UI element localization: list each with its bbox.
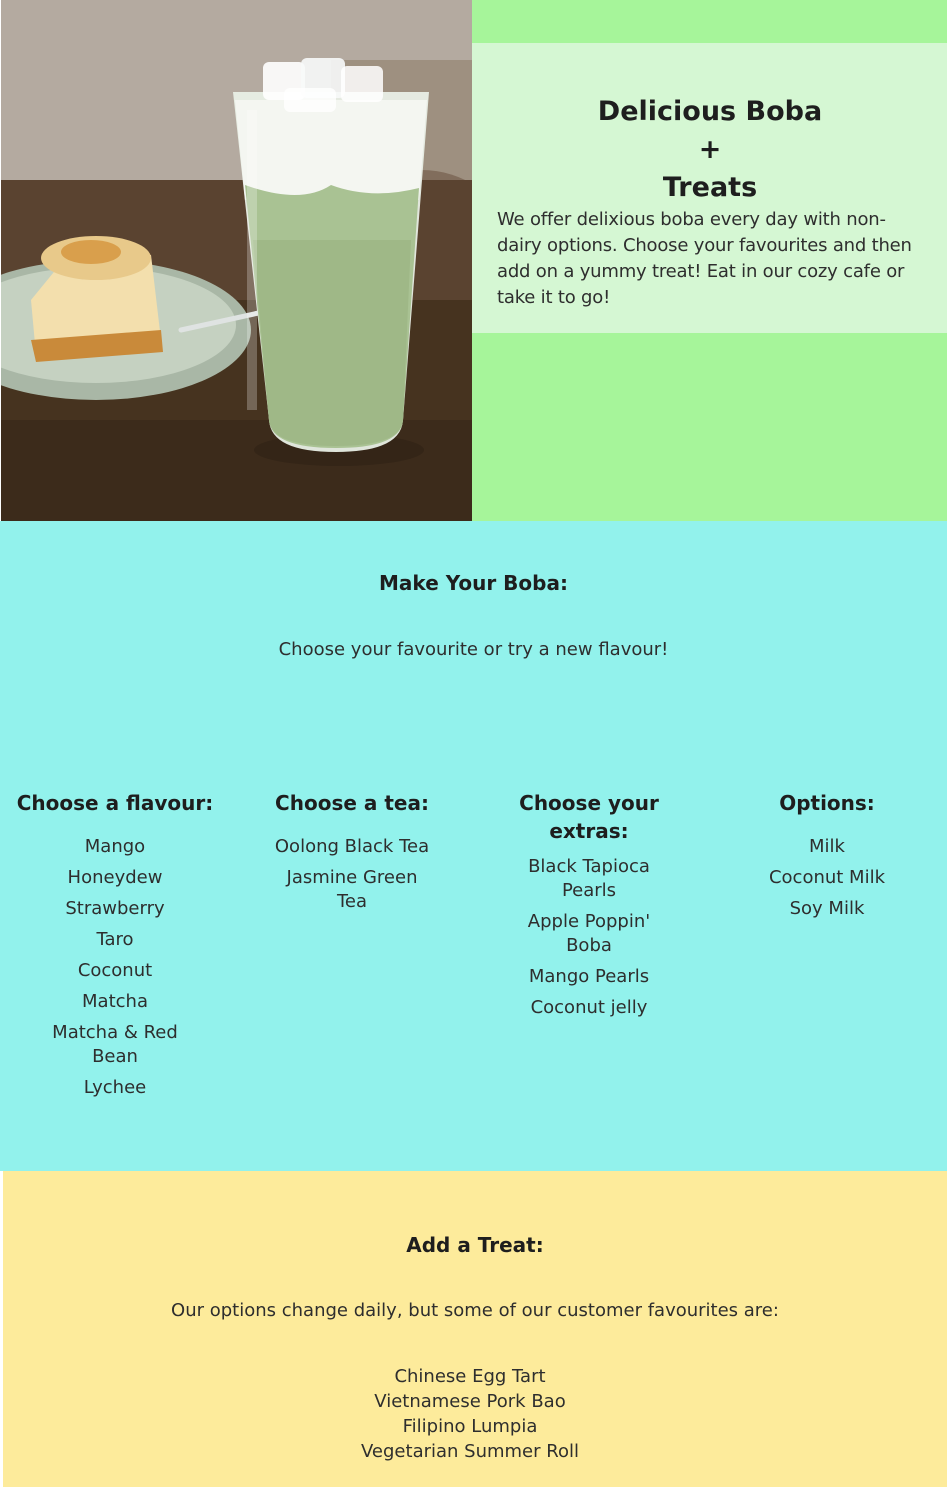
tea-column-title: Choose a tea: <box>275 791 429 815</box>
hero-description: We offer delixious boba every day with n… <box>497 209 912 308</box>
make-your-boba-section: Make Your Boba: Choose your favourite or… <box>0 521 947 1171</box>
hero-title-line1: Delicious Boba <box>597 96 823 127</box>
list-item: Soy Milk <box>789 898 865 919</box>
list-item: Jasmine Green Tea <box>286 867 418 912</box>
list-item: Strawberry <box>65 898 165 919</box>
hero-title-line2: Treats <box>662 172 758 203</box>
list-item: Vietnamese Pork Bao <box>374 1391 566 1412</box>
flavour-column-title: Choose a flavour: <box>16 791 214 815</box>
extras-column-title: Choose your extras: <box>519 791 659 843</box>
list-item: Oolong Black Tea <box>274 836 430 857</box>
hero-section: Delicious Boba + Treats We offer delixio… <box>0 0 947 521</box>
boba-photo-illustration <box>1 0 472 521</box>
options-column: Options: Milk Coconut Milk Soy Milk <box>716 789 938 928</box>
list-item: Coconut jelly <box>530 997 648 1018</box>
treat-heading: Add a Treat: <box>406 1233 544 1257</box>
list-item: Honeydew <box>67 867 163 888</box>
list-item: Matcha <box>82 991 148 1012</box>
list-item: Mango <box>84 836 146 857</box>
list-item: Filipino Lumpia <box>402 1416 538 1437</box>
list-item: Coconut <box>77 960 153 981</box>
list-item: Black Tapioca Pearls <box>528 856 650 901</box>
list-item: Taro <box>96 929 134 950</box>
add-a-treat-section: Add a Treat: Our options change daily, b… <box>3 1171 947 1487</box>
list-item: Vegetarian Summer Roll <box>361 1441 579 1462</box>
list-item: Milk <box>809 836 845 857</box>
hero-card: Delicious Boba + Treats We offer delixio… <box>472 43 947 333</box>
hero-title: Delicious Boba + Treats <box>497 93 923 207</box>
list-item: Chinese Egg Tart <box>394 1366 546 1387</box>
hero-image <box>1 0 472 521</box>
options-list: Milk Coconut Milk Soy Milk <box>716 835 938 921</box>
boba-heading: Make Your Boba: <box>379 571 568 595</box>
hero-title-plus: + <box>698 134 722 165</box>
list-item: Matcha & Red Bean <box>52 1022 178 1067</box>
list-item: Mango Pearls <box>528 966 650 987</box>
treat-list: Chinese Egg Tart Vietnamese Pork Bao Fil… <box>3 1364 937 1464</box>
flavour-column: Choose a flavour: Mango Honeydew Strawbe… <box>4 789 226 1107</box>
flavour-list: Mango Honeydew Strawberry Taro Coconut M… <box>4 835 226 1100</box>
tea-column: Choose a tea: Oolong Black Tea Jasmine G… <box>243 789 461 921</box>
boba-subheading: Choose your favourite or try a new flavo… <box>278 639 669 660</box>
tea-list: Oolong Black Tea Jasmine Green Tea <box>243 835 461 914</box>
list-item: Coconut Milk <box>768 867 886 888</box>
treat-subheading: Our options change daily, but some of ou… <box>171 1300 779 1321</box>
options-column-title: Options: <box>779 791 875 815</box>
extras-list: Black Tapioca Pearls Apple Poppin' Boba … <box>494 855 684 1020</box>
extras-column: Choose your extras: Black Tapioca Pearls… <box>494 789 684 1027</box>
list-item: Lychee <box>83 1077 147 1098</box>
list-item: Apple Poppin' Boba <box>527 911 651 956</box>
